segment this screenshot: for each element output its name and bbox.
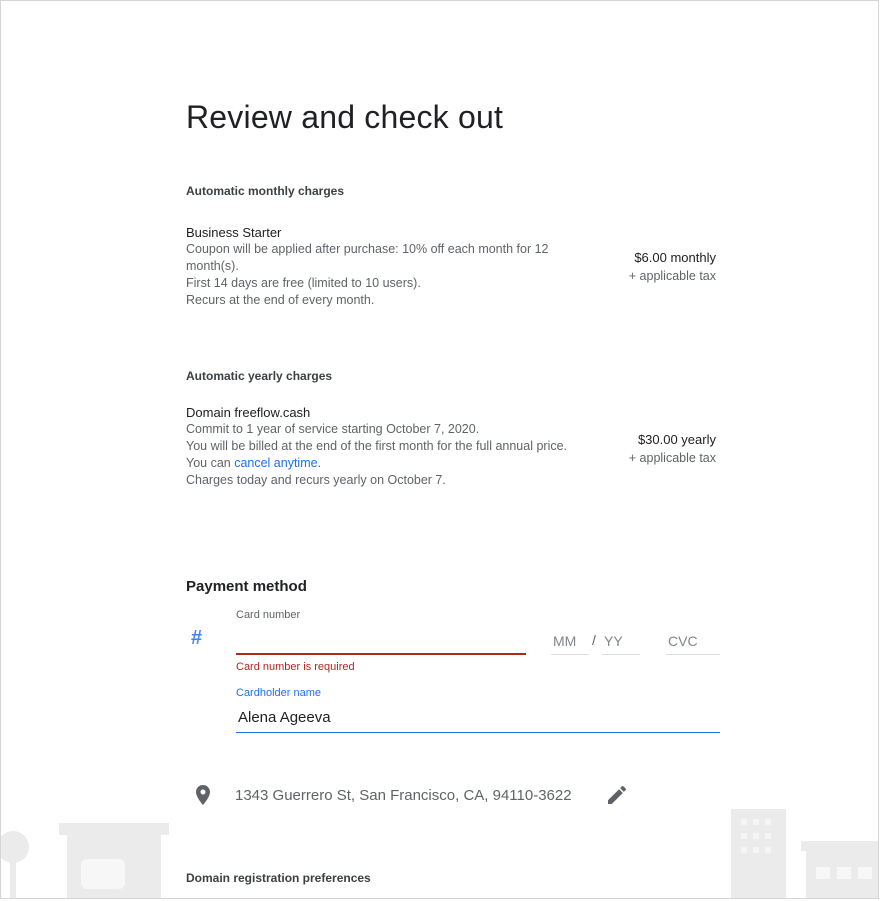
- yearly-plan-commitment: Commit to 1 year of service starting Oct…: [186, 422, 480, 436]
- hash-icon: #: [191, 627, 203, 649]
- yearly-billing-period: .: [317, 456, 322, 470]
- pencil-icon[interactable]: [605, 783, 629, 807]
- page-title: Review and check out: [186, 99, 504, 135]
- monthly-plan-coupon: Coupon will be applied after purchase: 1…: [186, 242, 549, 273]
- monthly-price-amount: $6.00 monthly: [634, 250, 716, 265]
- monthly-plan-name: Business Starter: [186, 225, 282, 240]
- location-pin-icon: [196, 785, 210, 805]
- yearly-plan-billing: You will be billed at the end of the fir…: [186, 438, 586, 472]
- domain-preferences-heading: Domain registration preferences: [186, 871, 371, 885]
- cardholder-name-label: Cardholder name: [236, 687, 321, 699]
- yearly-price-tax: + applicable tax: [628, 451, 716, 465]
- checkout-page: Review and check out Automatic monthly c…: [0, 0, 879, 899]
- yearly-price-amount: $30.00 yearly: [637, 432, 716, 447]
- monthly-plan-details: Business Starter Coupon will be applied …: [186, 224, 586, 309]
- monthly-price-tax: + applicable tax: [628, 269, 716, 283]
- monthly-charges-heading: Automatic monthly charges: [186, 184, 345, 198]
- yearly-plan-details: Domain freeflow.cash Commit to 1 year of…: [186, 404, 586, 489]
- expiry-separator: /: [592, 632, 596, 648]
- card-number-error: Card number is required: [236, 661, 355, 673]
- yearly-plan-name: Domain freeflow.cash: [186, 405, 311, 420]
- yearly-charges-heading: Automatic yearly charges: [186, 369, 333, 383]
- expiry-month-input[interactable]: [551, 627, 589, 655]
- card-number-label: Card number: [236, 609, 301, 621]
- monthly-plan-trial: First 14 days are free (limited to 10 us…: [186, 276, 421, 290]
- card-number-input[interactable]: [236, 627, 526, 655]
- monthly-price: $6.00 monthly + applicable tax: [629, 249, 716, 285]
- billing-address-text: 1343 Guerrero St, San Francisco, CA, 941…: [235, 787, 572, 804]
- cvc-input[interactable]: [666, 627, 720, 655]
- yearly-price: $30.00 yearly + applicable tax: [629, 431, 716, 467]
- expiry-year-input[interactable]: [602, 627, 640, 655]
- payment-method-heading: Payment method: [186, 578, 307, 595]
- yearly-plan-recurrence: Charges today and recurs yearly on Octob…: [186, 473, 446, 487]
- cardholder-name-input[interactable]: [236, 703, 720, 733]
- cancel-anytime-link[interactable]: cancel anytime: [234, 456, 317, 470]
- monthly-plan-recurrence: Recurs at the end of every month.: [186, 293, 375, 307]
